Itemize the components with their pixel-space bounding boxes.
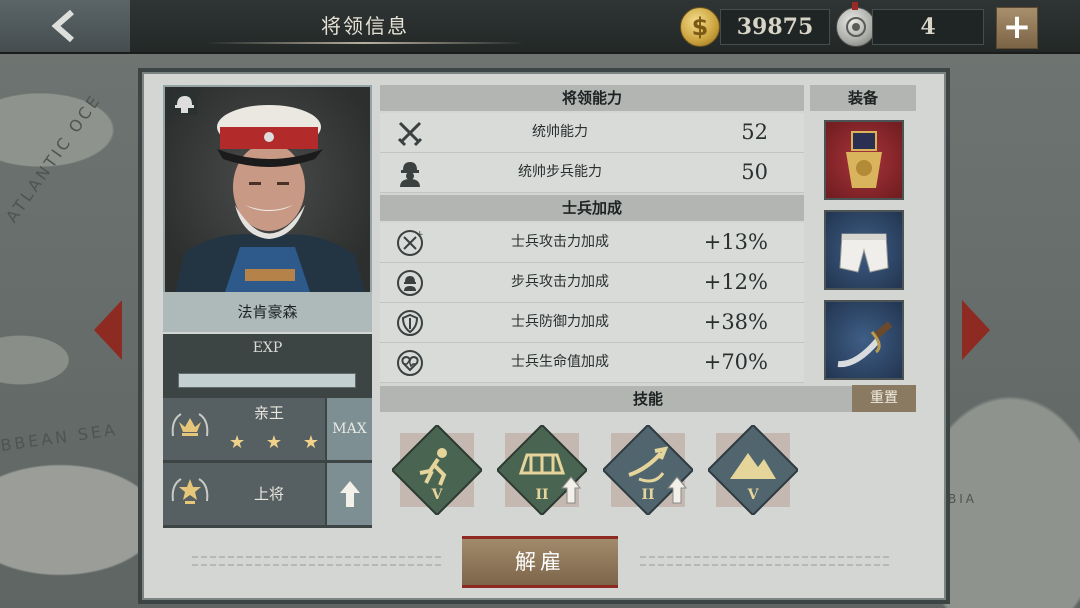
exp-label: EXP <box>252 340 283 356</box>
attack-plus-icon: + <box>397 230 424 256</box>
bonus-label: 士兵攻击力加成 <box>511 234 609 250</box>
heart-plus-icon <box>397 350 423 376</box>
equipment-slot-medal[interactable] <box>824 120 904 200</box>
exp-progress-bar <box>178 373 356 388</box>
skill-slot[interactable]: V <box>390 423 484 517</box>
bonus-value: +38% <box>703 310 768 334</box>
skill-slot[interactable]: II <box>495 423 589 517</box>
medal-ribbon <box>852 2 858 10</box>
skill-slot[interactable]: II <box>601 423 695 517</box>
bonus-value: +13% <box>703 230 768 254</box>
star-rating: ★ ★ ★ <box>229 432 319 453</box>
infantry-helmet-icon <box>171 91 197 115</box>
noble-title: 亲王 <box>253 404 284 422</box>
infantry-attack-plus-icon <box>397 270 423 296</box>
ability-label: 统帅步兵能力 <box>518 164 602 180</box>
bonus-row: + 士兵攻击力加成 +13% <box>380 223 804 263</box>
upgrade-arrow-icon <box>667 476 687 504</box>
bonus-value: +12% <box>703 270 768 294</box>
equipment-header: 装备 <box>810 85 916 111</box>
bonuses-header: 士兵加成 <box>380 195 804 221</box>
medal-equipment-icon <box>846 131 882 188</box>
infantry-soldier-icon <box>400 162 420 187</box>
bonus-row: 士兵防御力加成 +38% <box>380 303 804 343</box>
equipment-slot-weapon[interactable] <box>824 300 904 380</box>
upgrade-arrow-icon <box>339 481 360 507</box>
map-label-east: BIA <box>948 492 977 506</box>
equipment-slot-uniform[interactable] <box>824 210 904 290</box>
bonus-row: 士兵生命值加成 +70% <box>380 343 804 383</box>
abilities-header: 将领能力 <box>380 85 804 111</box>
dollar-coin-icon: $ <box>680 7 720 47</box>
ability-value: 52 <box>741 120 768 144</box>
skill-level: V <box>747 487 759 503</box>
ability-row: 统帅能力 52 <box>380 113 804 153</box>
ability-row: 统帅步兵能力 50 <box>380 153 804 193</box>
crown-laurel-icon <box>167 406 213 452</box>
footer-divider-left <box>192 556 442 558</box>
next-general-arrow-icon[interactable] <box>962 300 990 360</box>
add-currency-button[interactable]: + <box>996 7 1038 49</box>
noble-title-row: 亲王 ★ ★ ★ <box>163 398 325 460</box>
bonus-label: 士兵生命值加成 <box>511 354 609 370</box>
upgrade-arrow-icon <box>561 476 581 504</box>
medal-count: 4 <box>872 9 984 45</box>
shield-plus-icon <box>397 310 423 336</box>
military-rank: 上将 <box>253 485 284 503</box>
crossed-swords-icon <box>397 121 423 147</box>
rank-insignia-icon <box>167 471 213 517</box>
title-underline <box>205 42 525 44</box>
general-name: 法肯豪森 <box>163 292 372 332</box>
bonus-label: 士兵防御力加成 <box>511 314 609 330</box>
promote-button[interactable] <box>327 463 372 525</box>
footer-divider-left <box>192 564 442 566</box>
footer-divider-right <box>640 564 890 566</box>
previous-general-arrow-icon[interactable] <box>94 300 122 360</box>
bonus-label: 步兵攻击力加成 <box>511 274 609 290</box>
skills-header: 技能 <box>380 386 916 412</box>
chevron-left-icon <box>51 9 74 43</box>
svg-text:+: + <box>416 230 424 240</box>
general-portrait <box>163 85 372 294</box>
footer-divider-right <box>640 556 890 558</box>
skill-slot[interactable]: V <box>706 423 800 517</box>
gold-count: 39875 <box>720 9 830 45</box>
page-title: 将领信息 <box>321 14 409 38</box>
star-icon: ★ <box>265 432 283 453</box>
back-button[interactable] <box>0 0 130 52</box>
ability-value: 50 <box>741 160 768 184</box>
medal-icon <box>836 7 876 47</box>
ability-label: 统帅能力 <box>532 124 588 140</box>
reset-skills-button[interactable]: 重置 <box>852 385 916 412</box>
dismiss-general-button[interactable]: 解雇 <box>462 536 618 588</box>
bonus-value: +70% <box>703 350 768 374</box>
saber-equipment-icon <box>837 321 893 368</box>
military-rank-row: 上将 <box>163 463 325 525</box>
title-max-badge: MAX <box>327 398 372 460</box>
star-icon: ★ <box>302 432 319 453</box>
star-icon: ★ <box>229 432 246 453</box>
skill-level: V <box>431 487 443 503</box>
bonus-row: 步兵攻击力加成 +12% <box>380 263 804 303</box>
shorts-equipment-icon <box>839 233 889 273</box>
